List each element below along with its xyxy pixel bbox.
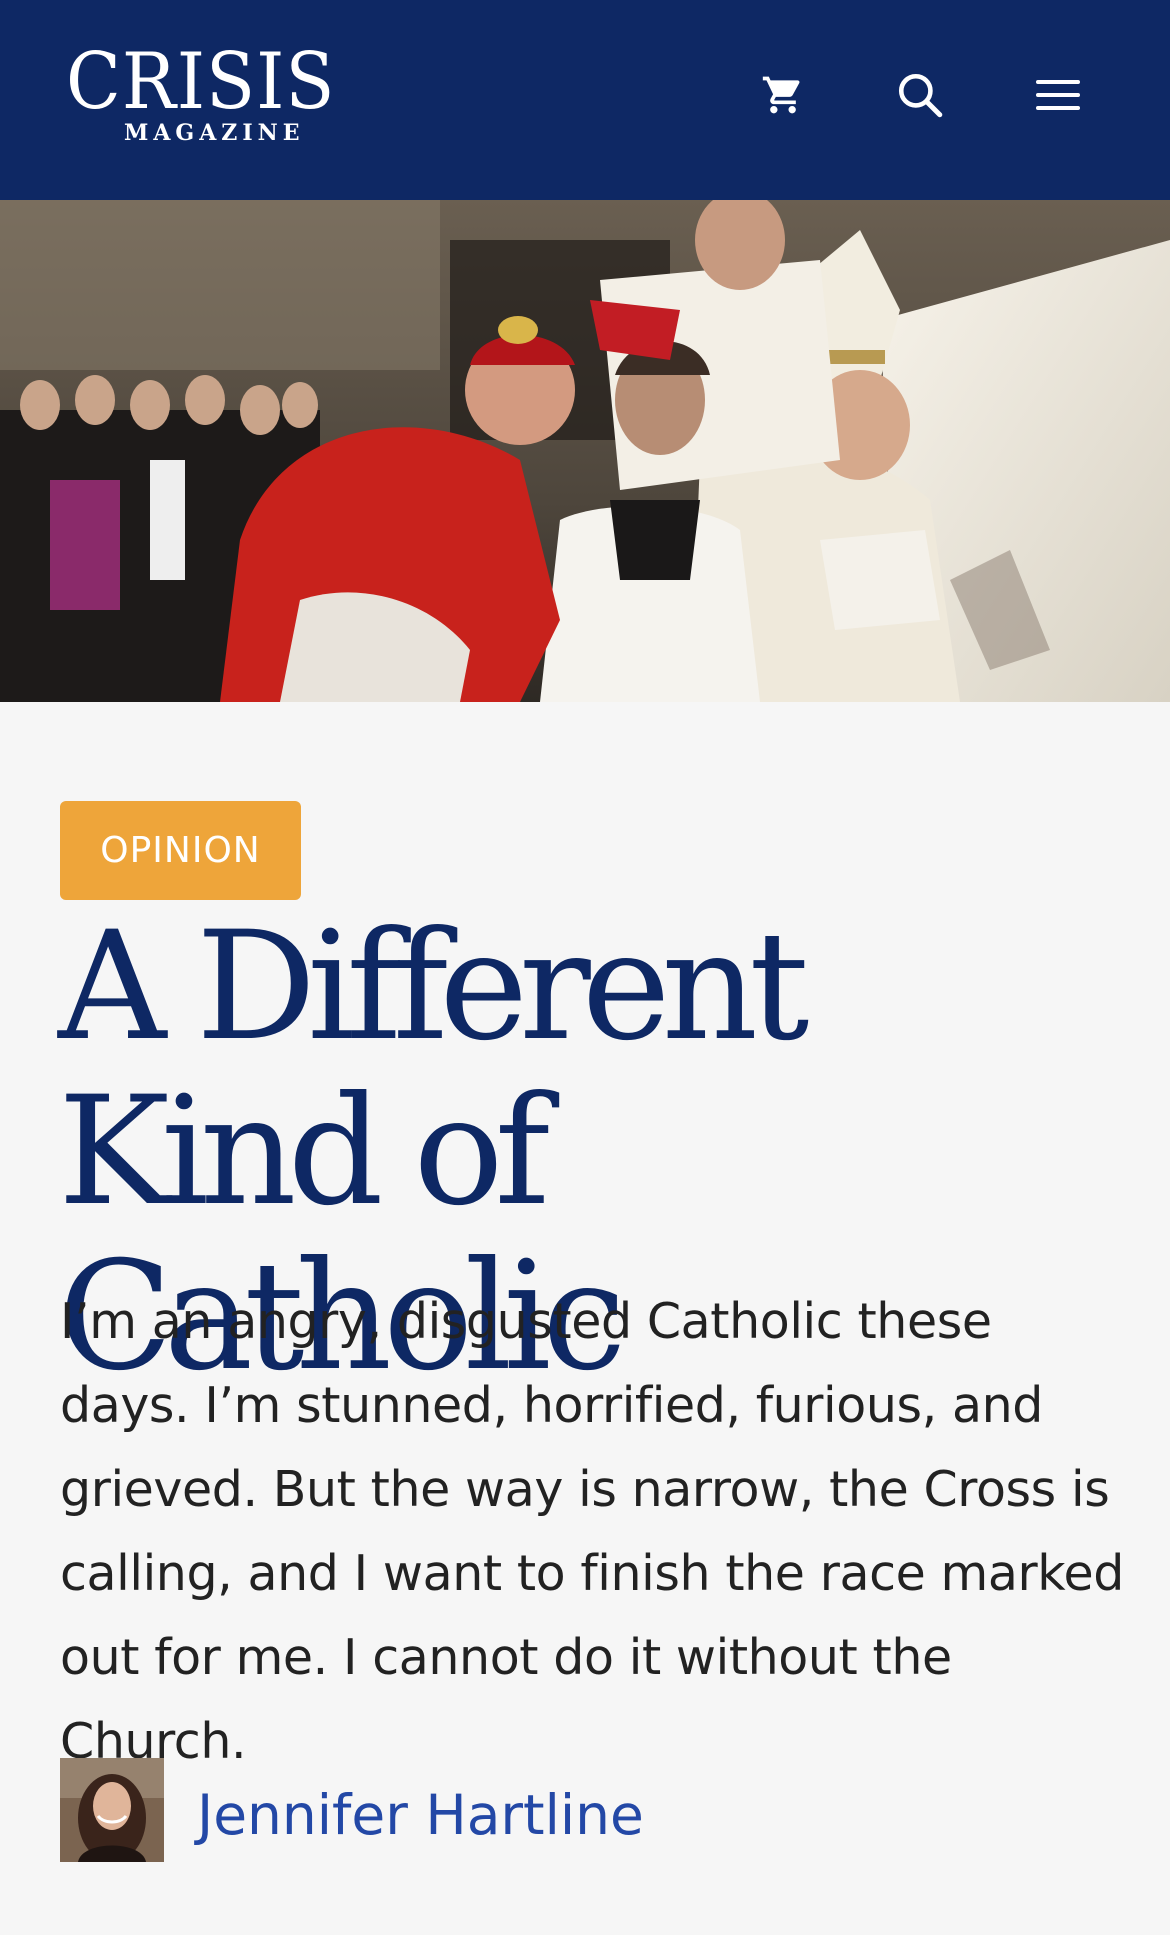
cart-button[interactable] [748, 60, 818, 130]
author-link[interactable]: Jennifer Hartline [197, 1782, 644, 1848]
site-header: CRISIS MAGAZINE [0, 0, 1170, 200]
cart-icon [761, 73, 805, 117]
site-logo[interactable]: CRISIS MAGAZINE [66, 42, 366, 152]
search-icon [895, 70, 945, 120]
menu-button[interactable] [1023, 60, 1093, 130]
logo-subtitle: MAGAZINE [124, 120, 305, 146]
article-excerpt: I’m an angry, disgusted Catholic these d… [60, 1293, 1124, 1770]
hero-image [0, 200, 1170, 702]
author-avatar[interactable] [60, 1758, 164, 1862]
menu-icon [1035, 75, 1081, 115]
search-button[interactable] [885, 60, 955, 130]
category-badge[interactable]: OPINION [60, 801, 301, 900]
logo-wordmark: CRISIS [66, 37, 336, 127]
